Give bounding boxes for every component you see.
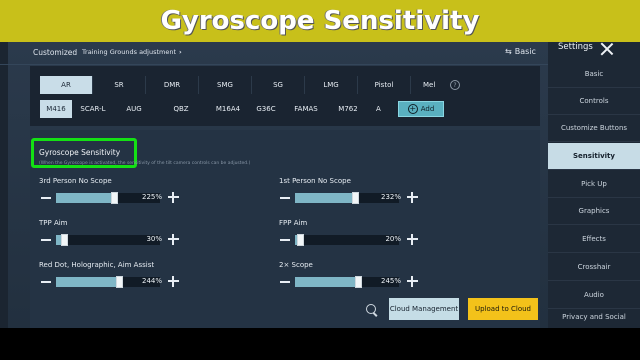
settings-sidebar: Settings Basic Controls Customize Button…	[548, 42, 640, 328]
slider-value: 225%	[141, 193, 162, 201]
game-settings-frame: Customized Training Grounds adjustment › …	[0, 42, 640, 328]
slider-value: 245%	[380, 277, 401, 285]
slider-fill	[56, 193, 114, 203]
plus-circle-icon: +	[407, 104, 418, 114]
tab-dmr[interactable]: DMR	[146, 76, 199, 94]
chevron-right-icon: ›	[179, 48, 182, 56]
minus-icon[interactable]	[40, 192, 52, 204]
gun-m16a4[interactable]: M16A4	[208, 100, 248, 118]
sidebar-item-effects[interactable]: Effects	[548, 226, 640, 253]
sidebar-item-basic[interactable]: Basic	[548, 61, 640, 88]
help-icon[interactable]: ?	[450, 80, 460, 90]
slider-red-dot-holographic[interactable]: 244%	[40, 275, 180, 289]
slider-fpp-aim[interactable]: 20%	[279, 233, 419, 247]
slider-fill	[56, 277, 119, 287]
header-divider	[0, 64, 548, 65]
slider-thumb[interactable]	[111, 192, 118, 204]
sidebar-item-graphics[interactable]: Graphics	[548, 198, 640, 225]
slider-label-2x-scope: 2× Scope	[279, 261, 313, 269]
slider-thumb[interactable]	[355, 276, 362, 288]
sidebar-item-pick-up[interactable]: Pick Up	[548, 171, 640, 198]
slider-thumb[interactable]	[297, 234, 304, 246]
plus-icon[interactable]	[167, 191, 180, 204]
weapon-type-tabs: AR SR DMR SMG SG LMG Pistol Mel	[40, 76, 445, 94]
tab-ar[interactable]: AR	[40, 76, 93, 94]
banner-title: Gyroscope Sensitivity	[160, 6, 480, 36]
tab-smg[interactable]: SMG	[199, 76, 252, 94]
plus-icon[interactable]	[167, 275, 180, 288]
slider-label-tpp-aim: TPP Aim	[39, 219, 68, 227]
sidebar-title: Settings	[558, 42, 593, 52]
sidebar-item-sensitivity[interactable]: Sensitivity	[548, 143, 640, 170]
settings-header: Customized Training Grounds adjustment › …	[0, 42, 548, 64]
add-gun-button[interactable]: + Add	[398, 101, 444, 117]
slider-label-1st-person: 1st Person No Scope	[279, 177, 351, 185]
cloud-management-button[interactable]: Cloud Management	[389, 298, 459, 320]
gun-famas[interactable]: FAMAS	[284, 100, 328, 118]
gun-scar-l[interactable]: SCAR-L	[72, 100, 114, 118]
slider-thumb[interactable]	[116, 276, 123, 288]
search-icon[interactable]	[366, 304, 378, 316]
minus-icon[interactable]	[279, 276, 291, 288]
slider-thumb[interactable]	[352, 192, 359, 204]
tab-pistol[interactable]: Pistol	[358, 76, 411, 94]
basic-toggle-label: Basic	[514, 47, 536, 56]
slider-fill	[295, 193, 355, 203]
slider-thumb[interactable]	[61, 234, 68, 246]
slider-track[interactable]	[56, 234, 160, 246]
slider-value: 30%	[146, 235, 162, 243]
plus-icon[interactable]	[167, 233, 180, 246]
customized-label[interactable]: Customized	[33, 48, 77, 57]
add-button-label: Add	[420, 105, 435, 113]
upload-to-cloud-button[interactable]: Upload to Cloud	[468, 298, 538, 320]
slider-label-red-dot: Red Dot, Holographic, Aim Assist	[39, 261, 155, 269]
plus-icon[interactable]	[406, 191, 419, 204]
section-title: Gyroscope Sensitivity	[39, 148, 121, 157]
slider-value: 232%	[380, 193, 401, 201]
minus-icon[interactable]	[279, 234, 291, 246]
slider-value: 244%	[141, 277, 162, 285]
slider-tpp-aim[interactable]: 30%	[40, 233, 180, 247]
section-description: (When the Gyroscope is activated, the se…	[39, 161, 251, 166]
tab-sg[interactable]: SG	[252, 76, 305, 94]
tab-sr[interactable]: SR	[93, 76, 146, 94]
sidebar-item-audio[interactable]: Audio	[548, 282, 640, 309]
gun-m762[interactable]: M762	[328, 100, 368, 118]
slider-2x-scope[interactable]: 245%	[279, 275, 419, 289]
scheme-label: Training Grounds adjustment	[82, 48, 177, 56]
gun-aug[interactable]: AUG	[114, 100, 154, 118]
title-banner: Gyroscope Sensitivity	[0, 0, 640, 42]
plus-icon[interactable]	[406, 233, 419, 246]
swap-icon: ⇆	[505, 47, 512, 56]
close-icon[interactable]	[600, 42, 614, 56]
minus-icon[interactable]	[40, 234, 52, 246]
gun-qbz[interactable]: QBZ	[154, 100, 208, 118]
tab-melee[interactable]: Mel	[411, 76, 445, 94]
slider-value: 20%	[385, 235, 401, 243]
slider-1st-person-no-scope[interactable]: 232%	[279, 191, 419, 205]
left-edge	[0, 42, 8, 328]
sidebar-item-customize-buttons[interactable]: Customize Buttons	[548, 115, 640, 142]
sidebar-item-crosshair[interactable]: Crosshair	[548, 254, 640, 281]
slider-label-fpp-aim: FPP Aim	[279, 219, 308, 227]
gun-m416[interactable]: M416	[40, 100, 72, 118]
gun-g36c[interactable]: G36C	[248, 100, 284, 118]
basic-toggle[interactable]: ⇆ Basic	[505, 47, 536, 56]
slider-fill	[295, 277, 358, 287]
sidebar-item-controls[interactable]: Controls	[548, 88, 640, 115]
gun-partial[interactable]: A	[368, 100, 381, 118]
slider-track[interactable]	[295, 234, 399, 246]
plus-icon[interactable]	[406, 275, 419, 288]
minus-icon[interactable]	[40, 276, 52, 288]
sidebar-item-privacy[interactable]: Privacy and Social	[548, 309, 640, 328]
minus-icon[interactable]	[279, 192, 291, 204]
scheme-selector[interactable]: Training Grounds adjustment ›	[82, 48, 182, 56]
slider-3rd-person-no-scope[interactable]: 225%	[40, 191, 180, 205]
slider-label-3rd-person: 3rd Person No Scope	[39, 177, 112, 185]
tab-lmg[interactable]: LMG	[305, 76, 358, 94]
letterbox-bottom	[0, 328, 640, 360]
gun-list: M416 SCAR-L AUG QBZ M16A4 G36C FAMAS M76…	[40, 100, 381, 118]
